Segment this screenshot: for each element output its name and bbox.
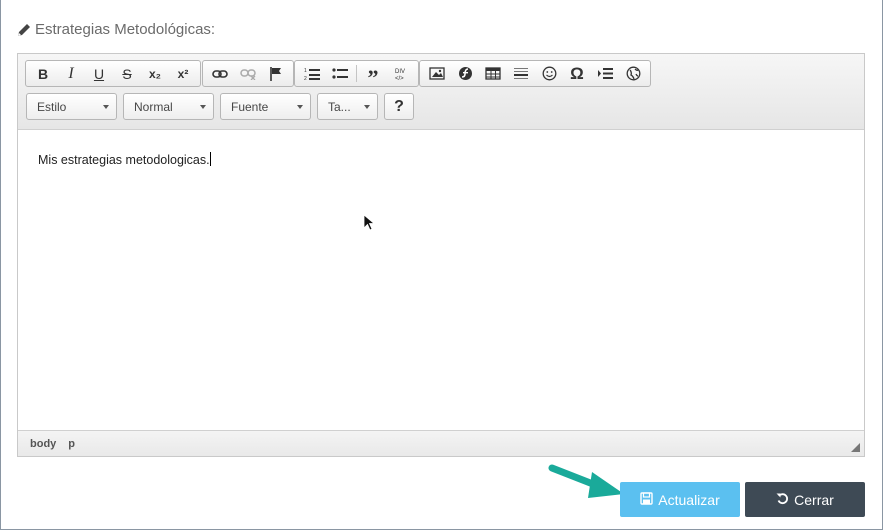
toolbar-separator <box>356 65 357 82</box>
toolbar-group-insert: Ω <box>419 60 651 87</box>
editor-statusbar: body p <box>18 430 864 456</box>
size-dropdown[interactable]: Ta... <box>317 93 378 120</box>
style-dropdown[interactable]: Estilo <box>26 93 117 120</box>
bold-icon[interactable]: B <box>29 61 57 86</box>
help-icon: ? <box>394 97 404 115</box>
close-button[interactable]: Cerrar <box>745 482 865 517</box>
unlink-icon[interactable] <box>234 61 262 86</box>
bulleted-list-icon[interactable] <box>326 61 354 86</box>
page-break-icon[interactable] <box>591 61 619 86</box>
update-button-label: Actualizar <box>658 491 720 508</box>
svg-text:</>: </> <box>395 76 404 82</box>
style-dropdown-label: Estilo <box>37 99 67 114</box>
chevron-down-icon <box>103 105 109 109</box>
smiley-icon[interactable] <box>535 61 563 86</box>
svg-text:1: 1 <box>304 68 307 74</box>
editor-text: Mis estrategias metodologicas. <box>38 153 210 167</box>
italic-icon[interactable]: I <box>57 61 85 86</box>
save-icon <box>640 491 653 508</box>
div-container-icon[interactable]: DIV </> <box>387 61 415 86</box>
editor-content-area[interactable]: Mis estrategias metodologicas. <box>18 130 864 430</box>
font-dropdown-label: Fuente <box>231 99 269 114</box>
horizontal-line-icon[interactable] <box>507 61 535 86</box>
mouse-pointer-icon <box>363 214 376 237</box>
subscript-icon[interactable]: x₂ <box>141 61 169 86</box>
format-dropdown[interactable]: Normal <box>123 93 214 120</box>
blockquote-icon[interactable]: ” <box>359 61 387 90</box>
path-element-p[interactable]: p <box>68 438 75 450</box>
chevron-down-icon <box>364 105 370 109</box>
pencil-icon <box>17 23 31 37</box>
close-button-label: Cerrar <box>794 491 834 508</box>
iframe-globe-icon[interactable] <box>619 61 647 86</box>
strikethrough-icon[interactable]: S <box>113 61 141 86</box>
text-caret <box>209 152 211 166</box>
resize-handle-icon[interactable] <box>851 443 860 452</box>
flash-icon[interactable] <box>451 61 479 86</box>
path-element-body[interactable]: body <box>30 438 56 450</box>
chevron-down-icon <box>297 105 303 109</box>
update-button[interactable]: Actualizar <box>620 482 740 517</box>
anchor-flag-icon[interactable] <box>262 61 290 86</box>
toolbar-group-paragraph: 12 ” DIV </> <box>294 60 419 90</box>
toolbar-group-links <box>202 60 294 87</box>
format-dropdown-label: Normal <box>134 99 173 114</box>
chevron-down-icon <box>200 105 206 109</box>
font-dropdown[interactable]: Fuente <box>220 93 311 120</box>
toolbar-group-basic: B I U S x₂ x² <box>25 60 201 87</box>
size-dropdown-label: Ta... <box>328 99 351 114</box>
numbered-list-icon[interactable]: 12 <box>298 61 326 86</box>
annotation-arrow-icon <box>548 460 628 507</box>
special-character-omega-icon[interactable]: Ω <box>563 61 591 86</box>
svg-text:2: 2 <box>304 76 307 81</box>
editor-toolbar: B I U S x₂ x² 12 ” DIV </> Ω Estilo Norm… <box>18 54 864 130</box>
table-icon[interactable] <box>479 61 507 86</box>
help-button[interactable]: ? <box>384 93 414 120</box>
link-icon[interactable] <box>206 61 234 86</box>
field-label-text: Estrategias Metodológicas: <box>35 21 216 38</box>
undo-icon <box>776 492 789 508</box>
rich-text-editor[interactable]: B I U S x₂ x² 12 ” DIV </> Ω Estilo Norm… <box>17 53 865 457</box>
superscript-icon[interactable]: x² <box>169 61 197 86</box>
underline-icon[interactable]: U <box>85 61 113 86</box>
field-label: Estrategias Metodológicas: <box>17 21 215 38</box>
svg-text:DIV: DIV <box>395 69 405 75</box>
image-icon[interactable] <box>423 61 451 86</box>
